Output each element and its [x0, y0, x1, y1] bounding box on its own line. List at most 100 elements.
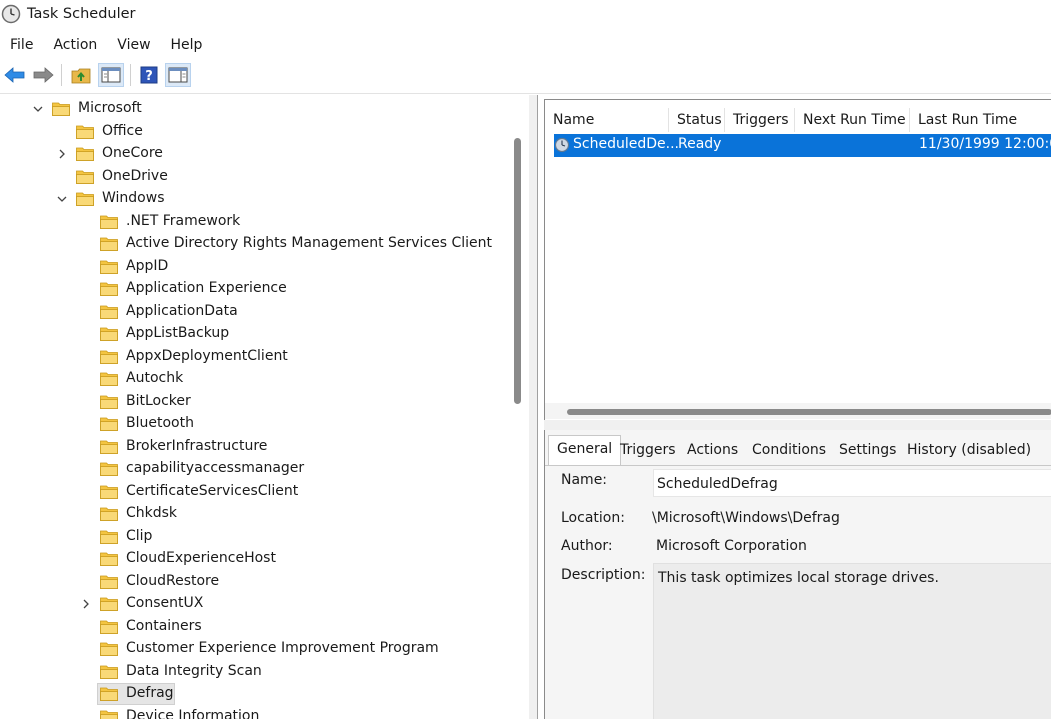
chevron-right-icon[interactable] [55, 147, 69, 161]
tab-settings[interactable]: Settings [831, 437, 904, 466]
show-hide-tree-button[interactable] [98, 63, 124, 87]
tree-item-label: ApplicationData [126, 302, 238, 319]
tab-general[interactable]: General [548, 435, 622, 466]
menu-action[interactable]: Action [43, 32, 107, 58]
folder-icon [100, 710, 118, 719]
tree-item[interactable]: Containers [0, 616, 510, 638]
help-button[interactable]: ? [136, 63, 162, 87]
forward-button[interactable] [30, 63, 56, 87]
pane-splitter-line [537, 95, 538, 719]
chevron-down-icon[interactable] [31, 102, 45, 116]
tree-item[interactable]: Customer Experience Improvement Program [0, 638, 510, 660]
tree-item-label: Application Experience [126, 280, 287, 296]
folder-icon [100, 215, 118, 229]
tree-item[interactable]: ConsentUX [0, 593, 510, 615]
tree-item[interactable]: Windows [0, 188, 510, 210]
tree-item-label: Autochk [126, 370, 184, 386]
tree-item[interactable]: Microsoft [0, 98, 510, 120]
tree-item[interactable]: Autochk [0, 368, 510, 390]
description-field[interactable]: This task optimizes local storage drives… [653, 563, 1051, 719]
column-header-next-run-time[interactable]: Next Run Time [795, 108, 910, 132]
tree-item-label: Customer Experience Improvement Program [126, 640, 439, 656]
column-header-last-run-time[interactable]: Last Run Time [910, 108, 1051, 132]
menu-view[interactable]: View [107, 32, 160, 58]
folder-icon [100, 395, 118, 409]
tree-item-label: capabilityaccessmanager [126, 460, 305, 476]
tree-item[interactable]: AppID [0, 256, 510, 278]
menu-file[interactable]: File [0, 32, 43, 58]
tree-item[interactable]: BrokerInfrastructure [0, 436, 510, 458]
menu-help[interactable]: Help [161, 32, 213, 58]
tree-item-label: CloudExperienceHost [126, 550, 276, 566]
details-tabs: General Triggers Actions Conditions Sett… [545, 433, 1051, 466]
tree-item[interactable]: CertificateServicesClient [0, 481, 510, 503]
tree-item[interactable]: OneCore [0, 143, 510, 165]
author-label: Author: [561, 538, 613, 554]
folder-icon [76, 147, 94, 161]
help-icon: ? [140, 66, 158, 84]
task-clock-icon [554, 137, 570, 153]
task-last-run-time: 11/30/1999 12:00:00 A [919, 136, 1051, 152]
back-button[interactable] [2, 63, 28, 87]
tab-triggers[interactable]: Triggers [612, 437, 684, 466]
folder-icon [100, 665, 118, 679]
back-icon [4, 67, 25, 83]
tree-item[interactable]: Defrag [0, 683, 510, 705]
name-label: Name: [561, 472, 608, 488]
tree-item[interactable]: capabilityaccessmanager [0, 458, 510, 480]
tree-item[interactable]: .NET Framework [0, 211, 510, 233]
folder-icon [100, 350, 118, 364]
tree-item[interactable]: Clip [0, 526, 510, 548]
svg-text:?: ? [145, 69, 153, 84]
task-details-pane: General Triggers Actions Conditions Sett… [544, 430, 1051, 719]
folder-icon [100, 485, 118, 499]
tree-item[interactable]: Device Information [0, 706, 510, 719]
tree-item[interactable]: ApplicationData [0, 301, 510, 323]
tree-item-label: Data Integrity Scan [126, 662, 262, 679]
chevron-down-icon[interactable] [55, 192, 69, 206]
folder-icon [100, 440, 118, 454]
folder-icon [100, 327, 118, 341]
column-header-name[interactable]: Name [545, 108, 669, 132]
table-row[interactable]: ScheduledDe... Ready 11/30/1999 12:00:00… [554, 134, 1051, 157]
folder-icon [100, 260, 118, 274]
tree-item-label: AppID [126, 257, 169, 274]
up-folder-button[interactable] [68, 63, 94, 87]
tree-item[interactable]: CloudExperienceHost [0, 548, 510, 570]
tab-history[interactable]: History (disabled) [899, 437, 1039, 466]
pane-splitter[interactable] [529, 95, 537, 719]
chevron-right-icon[interactable] [79, 597, 93, 611]
tree-item[interactable]: OneDrive [0, 166, 510, 188]
tree-item[interactable]: AppxDeploymentClient [0, 346, 510, 368]
horizontal-splitter[interactable] [544, 420, 1051, 430]
tree-item-label: Active Directory Rights Management Servi… [126, 235, 493, 251]
folder-icon [100, 237, 118, 251]
tree-item-label: Device Information [126, 707, 260, 719]
column-header-triggers[interactable]: Triggers [725, 108, 795, 132]
column-header-status[interactable]: Status [669, 108, 725, 132]
tree-item[interactable]: Office [0, 121, 510, 143]
tab-actions[interactable]: Actions [679, 437, 746, 466]
tree-item-label: Windows [102, 190, 165, 206]
tree-item-label: OneDrive [102, 167, 168, 184]
tree-vertical-scrollbar[interactable] [514, 138, 521, 404]
folder-icon [76, 125, 94, 139]
tree-item[interactable]: Bluetooth [0, 413, 510, 435]
tree-item[interactable]: Active Directory Rights Management Servi… [0, 233, 510, 255]
tree-item[interactable]: AppListBackup [0, 323, 510, 345]
tree-item[interactable]: Chkdsk [0, 503, 510, 525]
title-bar: Task Scheduler [0, 0, 1051, 32]
show-hide-tree-icon [101, 67, 121, 83]
tree-item[interactable]: Application Experience [0, 278, 510, 300]
tree-item-label: OneCore [102, 145, 163, 161]
tab-conditions[interactable]: Conditions [744, 437, 834, 466]
scrollbar-thumb[interactable] [567, 409, 1051, 415]
task-name-field[interactable]: ScheduledDefrag [653, 469, 1051, 497]
tree-item[interactable]: CloudRestore [0, 571, 510, 593]
toolbar-separator [61, 64, 62, 86]
task-list-horizontal-scrollbar[interactable] [545, 403, 1051, 419]
tree-item[interactable]: Data Integrity Scan [0, 661, 510, 683]
tree-item[interactable]: BitLocker [0, 391, 510, 413]
folder-icon [100, 552, 118, 566]
show-hide-action-pane-button[interactable] [165, 63, 191, 87]
